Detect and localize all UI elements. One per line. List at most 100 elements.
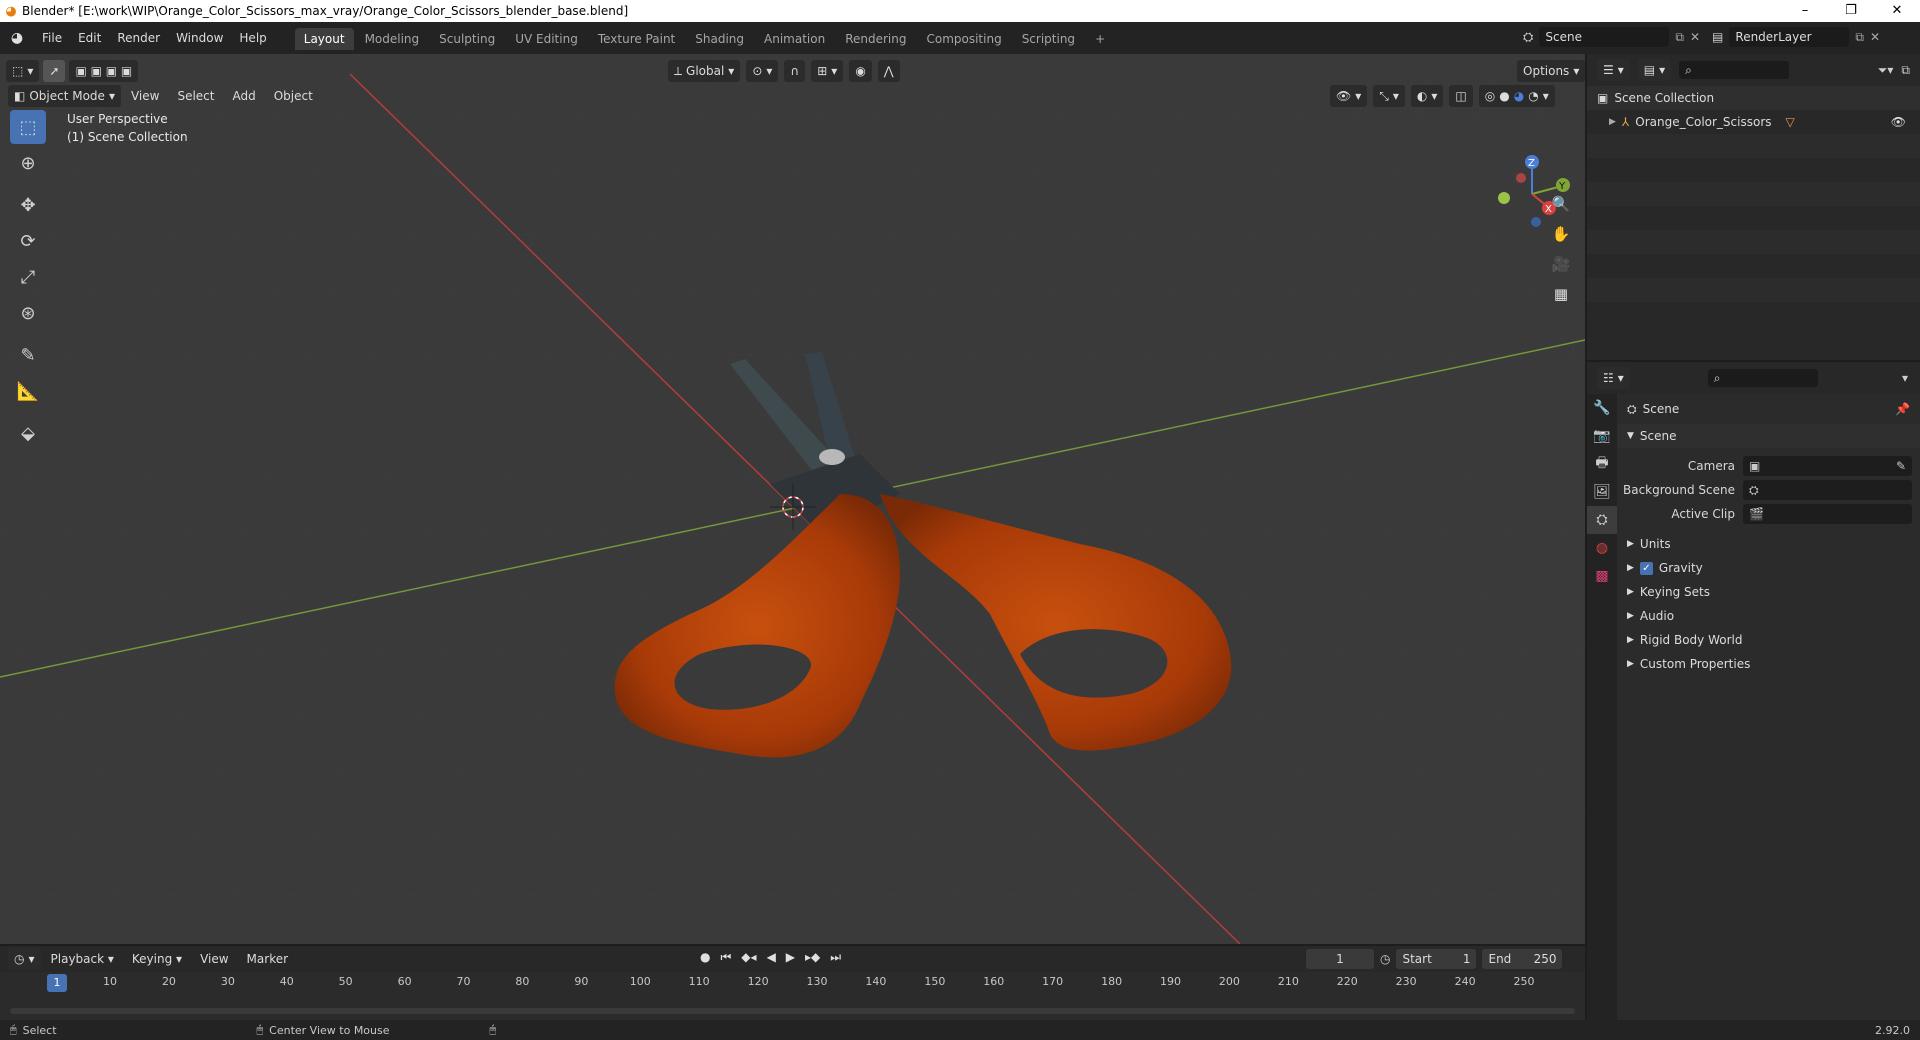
playhead[interactable]: 1 bbox=[47, 974, 67, 992]
display-mode-dropdown[interactable]: ▤ ▾ bbox=[1637, 59, 1672, 81]
xray-toggle[interactable]: ◫ bbox=[1449, 85, 1473, 107]
mode-dropdown[interactable]: ◧ Object Mode ▾ bbox=[8, 85, 121, 107]
annotate-tool[interactable]: ✎ bbox=[10, 338, 46, 372]
view-layer-selector[interactable]: RenderLayer bbox=[1729, 27, 1850, 47]
end-frame-field[interactable]: End 250 bbox=[1482, 949, 1563, 969]
audio-panel[interactable]: ▶ Audio bbox=[1617, 604, 1920, 628]
timeline-menu-view[interactable]: View bbox=[192, 948, 236, 970]
outliner-editor-type[interactable]: ☰ ▾ bbox=[1597, 59, 1630, 81]
properties-editor-type[interactable]: ☷ ▾ bbox=[1597, 367, 1630, 389]
selection-mode-buttons[interactable]: ▣ ▣ ▣ ▣ bbox=[69, 60, 139, 82]
editor-type-button[interactable]: ⬚ ▾ bbox=[6, 60, 40, 82]
timeline-menu-keying[interactable]: Keying ▾ bbox=[124, 948, 190, 970]
start-frame-field[interactable]: Start 1 bbox=[1396, 949, 1477, 969]
next-keyframe-icon[interactable]: ▸◆ bbox=[805, 950, 820, 965]
prev-keyframe-icon[interactable]: ◆◂ bbox=[741, 950, 756, 965]
jump-start-icon[interactable]: ⏮ bbox=[720, 950, 731, 965]
preview-range-icon[interactable]: ◷ bbox=[1380, 952, 1390, 966]
timeline-menu-playback[interactable]: Playback ▾ bbox=[43, 948, 122, 970]
visibility-eye-icon[interactable]: 👁 bbox=[1891, 110, 1906, 134]
menu-edit[interactable]: Edit bbox=[70, 22, 109, 54]
menu-window[interactable]: Window bbox=[168, 22, 231, 54]
gravity-checkbox[interactable]: ✓ bbox=[1639, 561, 1653, 575]
expand-arrow-icon[interactable]: ▶ bbox=[1609, 110, 1616, 134]
gizmos-toggle[interactable]: ⤡ ▾ bbox=[1373, 85, 1405, 107]
pan-button[interactable]: ✋ bbox=[1547, 220, 1575, 248]
scale-tool[interactable]: ⤢ bbox=[10, 260, 46, 294]
camera-view-button[interactable]: 🎥 bbox=[1547, 250, 1575, 278]
pivot-point-dropdown[interactable]: ⊙ ▾ bbox=[746, 60, 779, 82]
menu-file[interactable]: File bbox=[34, 22, 70, 54]
tab-view-layer[interactable]: 🖼 bbox=[1587, 478, 1617, 506]
camera-field[interactable]: ▣ ✎ bbox=[1743, 456, 1912, 476]
menu-render[interactable]: Render bbox=[109, 22, 168, 54]
overlays-toggle[interactable]: ◐ ▾ bbox=[1410, 85, 1444, 107]
restore-button[interactable]: ❐ bbox=[1828, 0, 1874, 22]
select-box-tool[interactable]: ⬚ bbox=[10, 110, 46, 144]
timeline-menu-marker[interactable]: Marker bbox=[239, 948, 296, 970]
timeline-scrollbar[interactable] bbox=[10, 1008, 1575, 1014]
rigid-body-world-panel[interactable]: ▶ Rigid Body World bbox=[1617, 628, 1920, 652]
add-workspace-button[interactable]: + bbox=[1086, 28, 1114, 50]
add-cube-tool[interactable]: ⬙ bbox=[10, 416, 46, 450]
outliner-scene-collection[interactable]: ▣ Scene Collection bbox=[1587, 86, 1920, 110]
select-tool-mode-button[interactable]: ➚ bbox=[43, 60, 66, 82]
keying-sets-panel[interactable]: ▶ Keying Sets bbox=[1617, 580, 1920, 604]
viewport-menu-select[interactable]: Select bbox=[169, 85, 222, 107]
active-clip-field[interactable]: 🎬 bbox=[1743, 504, 1912, 524]
tab-animation[interactable]: Animation bbox=[755, 28, 834, 50]
3d-viewport[interactable]: Z Y X ⬚ ▾ ➚ ▣ ▣ ▣ ▣ ⟂ Global ▾ ⊙ ▾ ∩ ⊞ ▾ ◉ ⋀ … bbox=[0, 54, 1585, 944]
scene-selector[interactable]: Scene bbox=[1539, 27, 1670, 47]
play-reverse-icon[interactable]: ◀ bbox=[767, 950, 776, 965]
custom-properties-panel[interactable]: ▶ Custom Properties bbox=[1617, 652, 1920, 676]
current-frame-field[interactable]: 1 bbox=[1306, 949, 1374, 969]
tab-scene[interactable]: ⛭ bbox=[1587, 506, 1617, 534]
new-view-layer-icon[interactable]: ⧉ bbox=[1855, 30, 1864, 45]
tab-output[interactable]: 🖶 bbox=[1587, 450, 1617, 478]
transform-tool[interactable]: ⊛ bbox=[10, 296, 46, 330]
properties-options-icon[interactable]: ▾ bbox=[1902, 371, 1908, 385]
eyedropper-icon[interactable]: ✎ bbox=[1896, 459, 1906, 473]
properties-search[interactable]: ⌕ bbox=[1707, 369, 1818, 387]
pin-icon[interactable]: 📌 bbox=[1895, 397, 1910, 421]
jump-end-icon[interactable]: ⏭ bbox=[830, 950, 841, 965]
transform-orientation-dropdown[interactable]: ⟂ Global ▾ bbox=[668, 60, 741, 82]
new-scene-icon[interactable]: ⧉ bbox=[1675, 30, 1684, 45]
snap-target-dropdown[interactable]: ⊞ ▾ bbox=[811, 60, 844, 82]
scene-panel-header[interactable]: ▼ Scene bbox=[1617, 424, 1920, 448]
viewport-menu-add[interactable]: Add bbox=[224, 85, 263, 107]
blender-menu-icon[interactable]: ◕ bbox=[0, 30, 34, 46]
tab-uv-editing[interactable]: UV Editing bbox=[506, 28, 587, 50]
viewport-menu-view[interactable]: View bbox=[123, 85, 167, 107]
rotate-tool[interactable]: ⟳ bbox=[10, 224, 46, 258]
tab-tool[interactable]: 🔧 bbox=[1587, 394, 1617, 422]
ortho-toggle-button[interactable]: ▦ bbox=[1547, 280, 1575, 308]
tab-modeling[interactable]: Modeling bbox=[356, 28, 429, 50]
options-dropdown[interactable]: Options ▾ bbox=[1517, 60, 1585, 82]
measure-tool[interactable]: 📐 bbox=[10, 374, 46, 408]
tab-sculpting[interactable]: Sculpting bbox=[430, 28, 504, 50]
shading-modes[interactable]: ◎ ● ◕ ◔ ▾ bbox=[1478, 85, 1555, 107]
menu-help[interactable]: Help bbox=[231, 22, 274, 54]
play-icon[interactable]: ▶ bbox=[786, 950, 795, 965]
viewport-menu-object[interactable]: Object bbox=[266, 85, 321, 107]
tab-shading[interactable]: Shading bbox=[686, 28, 753, 50]
tab-compositing[interactable]: Compositing bbox=[917, 28, 1010, 50]
tab-render[interactable]: 📷 bbox=[1587, 422, 1617, 450]
cursor-tool[interactable]: ⊕ bbox=[10, 146, 46, 180]
new-collection-icon[interactable]: ⧉ bbox=[1901, 63, 1910, 78]
filter-icon[interactable]: ⏷▾ bbox=[1878, 63, 1894, 78]
close-button[interactable]: ✕ bbox=[1874, 0, 1920, 22]
delete-view-layer-icon[interactable]: ✕ bbox=[1870, 30, 1880, 44]
background-scene-field[interactable]: ⛭ bbox=[1743, 480, 1912, 500]
gravity-panel[interactable]: ▶ ✓ Gravity bbox=[1617, 556, 1920, 580]
timeline-editor-type[interactable]: ◷ ▾ bbox=[8, 948, 41, 970]
outliner-item[interactable]: ▶ ⅄ Orange_Color_Scissors ▽ 👁 bbox=[1587, 110, 1920, 134]
tab-texture[interactable]: ▩ bbox=[1587, 562, 1617, 590]
move-tool[interactable]: ✥ bbox=[10, 188, 46, 222]
visibility-dropdown[interactable]: 👁 ▾ bbox=[1330, 85, 1368, 107]
falloff-dropdown[interactable]: ⋀ bbox=[877, 60, 900, 82]
proportional-edit-toggle[interactable]: ◉ bbox=[849, 60, 872, 82]
units-panel[interactable]: ▶ Units bbox=[1617, 532, 1920, 556]
tab-world[interactable]: ◍ bbox=[1587, 534, 1617, 562]
